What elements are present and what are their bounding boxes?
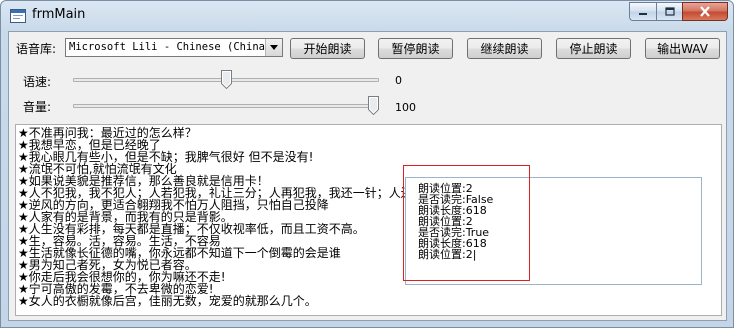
window-title: frmMain [32,7,86,22]
rate-slider[interactable] [73,70,379,90]
voice-label: 语音库: [16,42,57,56]
highlight-box [403,165,530,281]
app-icon [10,9,26,23]
rate-slider-thumb[interactable] [221,70,232,89]
minimize-button[interactable] [629,2,656,21]
title-bar[interactable]: frmMain [1,1,733,31]
close-button[interactable] [682,2,728,21]
volume-slider[interactable] [73,96,379,116]
rate-label: 语速: [23,75,52,89]
stop-reading-button[interactable]: 停止朗读 [556,38,631,59]
maximize-icon [664,7,675,16]
close-icon [700,6,710,17]
volume-slider-track [73,104,379,108]
text-line: ★女人的衣橱就像后宫，佳丽无数，宠爱的就那么几个。 [18,294,317,308]
start-reading-button[interactable]: 开始朗读 [290,38,365,59]
resume-reading-button[interactable]: 继续朗读 [467,38,542,59]
voice-select-value: Microsoft Lili - Chinese (China) [69,41,272,53]
volume-label: 音量: [23,100,52,114]
voice-select[interactable]: Microsoft Lili - Chinese (China) [65,38,283,57]
maximize-button[interactable] [656,2,682,21]
volume-slider-thumb[interactable] [368,96,379,115]
chevron-down-icon [270,45,278,50]
minimize-icon [639,12,647,15]
rate-value: 0 [395,74,402,87]
main-window: frmMain 语音库: Microsoft Lili - Chinese (C… [0,0,734,328]
pause-reading-button[interactable]: 暂停朗读 [378,38,453,59]
voice-select-dropdown-button[interactable] [265,39,282,56]
volume-value: 100 [395,101,416,114]
export-wav-button[interactable]: 输出WAV [645,38,720,59]
